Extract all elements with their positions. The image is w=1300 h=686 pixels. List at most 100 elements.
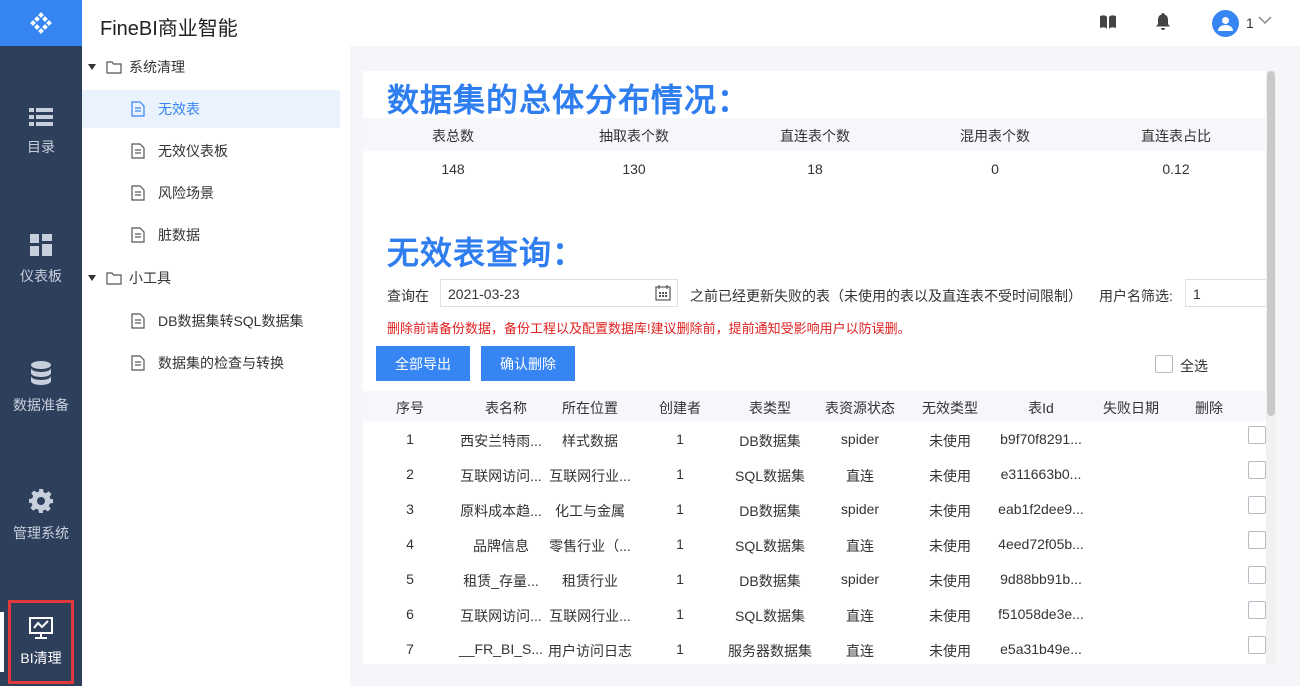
vertical-scrollbar[interactable] bbox=[1266, 71, 1276, 664]
query-title: 无效表查询： bbox=[387, 235, 586, 271]
table-cell: 7 bbox=[406, 641, 414, 657]
date-input[interactable]: 2021-03-23 bbox=[440, 279, 678, 307]
table-cell: SQL数据集 bbox=[734, 608, 805, 624]
table-cell: 1 bbox=[676, 536, 684, 552]
column-header: 所在位置 bbox=[562, 400, 618, 416]
table-cell: eab1f2dee9... bbox=[998, 501, 1084, 517]
table-cell: spider bbox=[840, 571, 880, 587]
table-cell: 互联网行业... bbox=[549, 468, 631, 484]
tree-item-invalid-tables[interactable]: 无效表 bbox=[82, 90, 340, 128]
folder-icon bbox=[106, 271, 122, 285]
caret-down-icon[interactable] bbox=[88, 64, 96, 70]
user-icon bbox=[1218, 17, 1233, 31]
table-cell: DB数据集 bbox=[739, 573, 801, 589]
document-icon bbox=[131, 185, 145, 201]
column-header: 表类型 bbox=[749, 400, 791, 416]
top-header: FineBI商业智能 1 bbox=[82, 0, 1300, 46]
table-cell: 1 bbox=[676, 641, 684, 657]
document-icon bbox=[131, 355, 145, 371]
overview-value: 18 bbox=[807, 161, 823, 177]
overview-header: 混用表个数 bbox=[960, 128, 1030, 144]
nav-item-label: 数据准备 bbox=[13, 397, 69, 413]
tree-item-db-to-sql[interactable]: DB数据集转SQL数据集 bbox=[82, 302, 340, 340]
overview-header: 直连表个数 bbox=[780, 128, 850, 144]
table-cell: 互联网访问... bbox=[460, 468, 542, 484]
query-label-before: 查询在 bbox=[387, 288, 429, 304]
overview-header: 直连表占比 bbox=[1141, 128, 1211, 144]
nav-item-bi-cleanup[interactable]: BI清理 bbox=[8, 600, 74, 684]
monitor-chart-icon bbox=[29, 617, 53, 639]
document-icon bbox=[131, 313, 145, 329]
table-cell: SQL数据集 bbox=[734, 468, 805, 484]
nav-item-label: 管理系统 bbox=[13, 525, 69, 541]
tree-item-dirty-data[interactable]: 脏数据 bbox=[82, 216, 340, 254]
nav-item-dashboard[interactable]: 仪表板 bbox=[0, 205, 82, 315]
folder-icon bbox=[106, 60, 122, 74]
overview-value: 0 bbox=[991, 161, 999, 177]
caret-down-icon[interactable] bbox=[88, 275, 96, 281]
column-header: 创建者 bbox=[659, 400, 701, 416]
tree-item-label: DB数据集转SQL数据集 bbox=[158, 313, 304, 329]
row-delete-checkbox[interactable] bbox=[1248, 566, 1266, 584]
table-cell: 1 bbox=[676, 501, 684, 517]
column-header: 无效类型 bbox=[922, 400, 978, 416]
tree-item-dataset-check[interactable]: 数据集的检查与转换 bbox=[82, 344, 340, 382]
table-cell: e5a31b49e... bbox=[1000, 641, 1082, 657]
row-delete-checkbox[interactable] bbox=[1248, 426, 1266, 444]
tree-folder-tools[interactable]: 小工具 bbox=[82, 259, 340, 297]
overview-value: 0.12 bbox=[1162, 161, 1190, 177]
scrollbar-thumb[interactable] bbox=[1267, 71, 1275, 416]
table-cell: 4eed72f05b... bbox=[998, 536, 1084, 552]
table-cell: 1 bbox=[406, 431, 414, 447]
table-cell: SQL数据集 bbox=[734, 538, 805, 554]
document-icon bbox=[131, 143, 145, 159]
table-cell: __FR_BI_S... bbox=[458, 641, 544, 657]
nav-item-label: BI清理 bbox=[20, 650, 62, 666]
tree-panel: 系统清理 无效表 无效仪表板 风险场景 脏数据 小工具 DB数据集转SQL数据集… bbox=[82, 46, 350, 686]
overview-header-row: 表总数 抽取表个数 直连表个数 混用表个数 直连表占比 bbox=[363, 118, 1266, 151]
table-cell: 租赁行业 bbox=[562, 573, 618, 589]
table-cell: 未使用 bbox=[929, 538, 971, 554]
table-cell: 服务器数据集 bbox=[728, 643, 812, 659]
tree-folder-system-cleanup[interactable]: 系统清理 bbox=[82, 48, 340, 86]
user-filter-value[interactable]: 1 bbox=[1193, 286, 1201, 302]
table-cell: 样式数据 bbox=[562, 433, 618, 449]
tree-item-label: 数据集的检查与转换 bbox=[158, 355, 284, 371]
overview-header: 抽取表个数 bbox=[599, 128, 669, 144]
bell-icon[interactable] bbox=[1155, 13, 1171, 31]
calendar-icon[interactable] bbox=[655, 285, 671, 301]
confirm-delete-button[interactable]: 确认删除 bbox=[481, 346, 575, 381]
chevron-down-icon[interactable] bbox=[1258, 15, 1272, 25]
overview-header: 表总数 bbox=[432, 128, 474, 144]
row-delete-checkbox[interactable] bbox=[1248, 531, 1266, 549]
tree-item-risk-scenarios[interactable]: 风险场景 bbox=[82, 174, 340, 212]
nav-item-catalog[interactable]: 目录 bbox=[0, 77, 82, 187]
row-delete-checkbox[interactable] bbox=[1248, 636, 1266, 654]
user-name[interactable]: 1 bbox=[1246, 15, 1254, 31]
date-value[interactable]: 2021-03-23 bbox=[448, 286, 520, 302]
book-icon[interactable] bbox=[1099, 13, 1117, 31]
row-delete-checkbox[interactable] bbox=[1248, 601, 1266, 619]
table-cell: 互联网访问... bbox=[460, 608, 542, 624]
finebi-logo[interactable] bbox=[0, 0, 82, 46]
tree-item-invalid-dashboards[interactable]: 无效仪表板 bbox=[82, 132, 340, 170]
column-header: 表Id bbox=[1028, 400, 1054, 416]
avatar[interactable] bbox=[1212, 10, 1239, 37]
overview-value: 148 bbox=[441, 161, 465, 177]
user-filter-label: 用户名筛选: bbox=[1099, 288, 1173, 304]
app-title: FineBI商业智能 bbox=[100, 18, 238, 40]
export-all-button[interactable]: 全部导出 bbox=[376, 346, 470, 381]
table-cell: spider bbox=[840, 501, 880, 517]
nav-item-data-prep[interactable]: 数据准备 bbox=[0, 333, 82, 443]
table-cell: 1 bbox=[676, 571, 684, 587]
user-filter-input[interactable]: 1 bbox=[1185, 279, 1276, 307]
select-all-checkbox[interactable] bbox=[1155, 355, 1173, 373]
tree-folder-label: 系统清理 bbox=[129, 59, 185, 75]
nav-item-management[interactable]: 管理系统 bbox=[0, 461, 82, 571]
table-cell: 直连 bbox=[846, 538, 874, 554]
table-cell: 品牌信息 bbox=[473, 538, 529, 554]
row-delete-checkbox[interactable] bbox=[1248, 461, 1266, 479]
document-icon bbox=[131, 101, 145, 117]
row-delete-checkbox[interactable] bbox=[1248, 496, 1266, 514]
table-cell: e311663b0... bbox=[1000, 466, 1082, 482]
